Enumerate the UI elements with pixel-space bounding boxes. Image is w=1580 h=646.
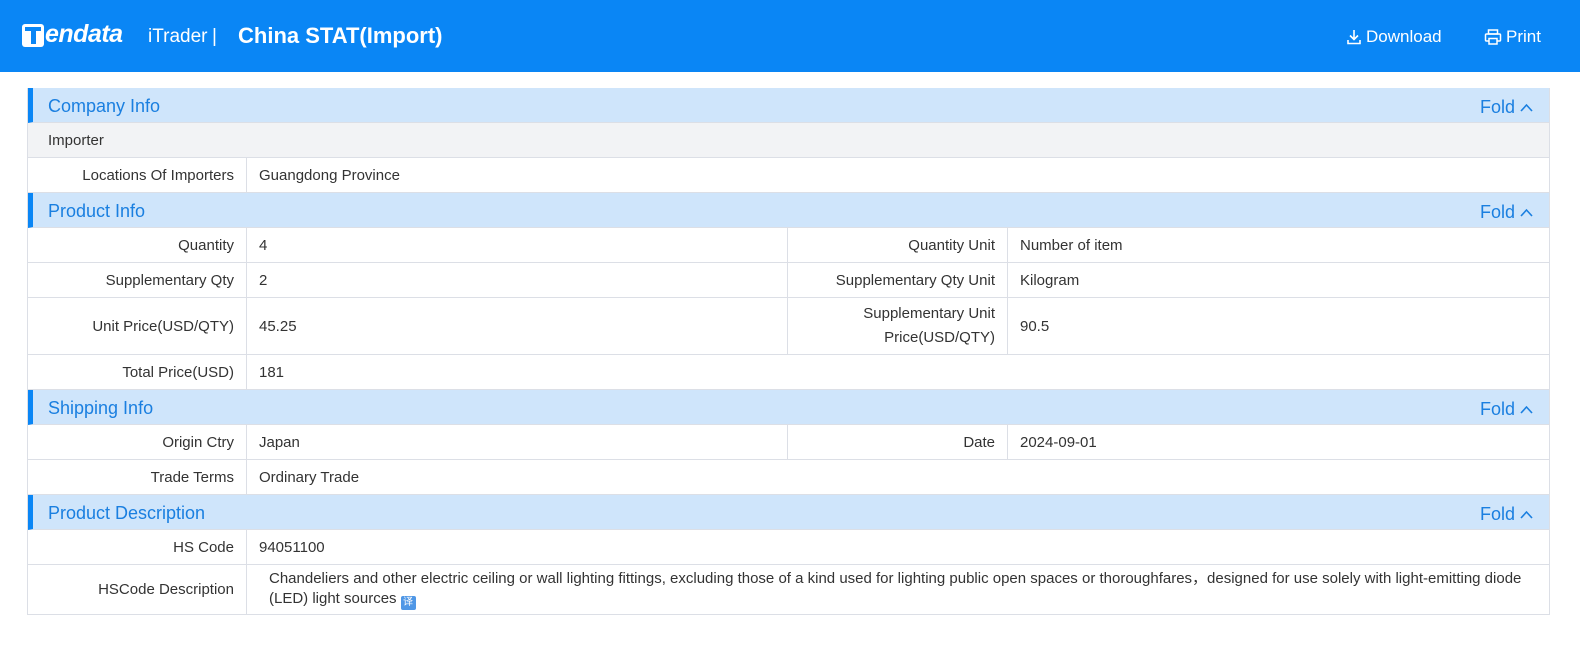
hs-description-label: HSCode Description (28, 565, 247, 614)
fold-shipping-info-button[interactable]: Fold (1480, 398, 1533, 420)
locations-label: Locations Of Importers (28, 158, 247, 192)
quantity-unit-label: Quantity Unit (788, 228, 1008, 262)
detail-content: Company Info Fold Importer Locations Of … (27, 88, 1550, 615)
origin-country-value: Japan (247, 425, 788, 459)
table-row: Supplementary Qty 2 Supplementary Qty Un… (28, 263, 1549, 298)
table-row: Total Price(USD) 181 (28, 355, 1549, 390)
fold-product-description-button[interactable]: Fold (1480, 503, 1533, 525)
supplementary-qty-unit-label: Supplementary Qty Unit (788, 263, 1008, 297)
fold-company-info-button[interactable]: Fold (1480, 96, 1533, 118)
total-price-label: Total Price(USD) (28, 355, 247, 389)
table-row: Origin Ctry Japan Date 2024-09-01 (28, 425, 1549, 460)
hs-code-label: HS Code (28, 530, 247, 564)
section-title-product-description: Product Description (48, 503, 206, 523)
section-product-info: Product Info Fold (28, 193, 1549, 228)
print-button[interactable]: Print (1484, 24, 1541, 50)
section-title-product-info: Product Info (48, 201, 146, 221)
quantity-value: 4 (247, 228, 788, 262)
hs-code-value: 94051100 (259, 538, 325, 556)
chevron-up-icon (1520, 510, 1533, 519)
download-label: Download (1366, 27, 1442, 46)
supplementary-unit-price-value: 90.5 (1020, 317, 1050, 335)
date-value: 2024-09-01 (1020, 433, 1097, 451)
chevron-up-icon (1520, 405, 1533, 414)
origin-country-label: Origin Ctry (28, 425, 247, 459)
table-row: Quantity 4 Quantity Unit Number of item (28, 228, 1549, 263)
quantity-label: Quantity (28, 228, 247, 262)
section-shipping-info: Shipping Info Fold (28, 390, 1549, 425)
download-icon (1347, 30, 1361, 45)
section-title-shipping-info: Shipping Info (48, 398, 154, 418)
hs-description-cell: Chandeliers and other electric ceiling o… (247, 565, 1549, 614)
table-row: Trade Terms Ordinary Trade (28, 460, 1549, 495)
hs-description-value: Chandeliers and other electric ceiling o… (269, 570, 1522, 607)
locations-value: Guangdong Province (259, 166, 400, 184)
tendata-logo-icon[interactable] (22, 24, 44, 47)
supplementary-qty-value: 2 (247, 263, 788, 297)
supplementary-qty-unit-value: Kilogram (1020, 271, 1080, 289)
product-name: iTrader (148, 26, 208, 47)
quantity-unit-value: Number of item (1020, 236, 1123, 254)
chevron-up-icon (1520, 208, 1533, 217)
unit-price-value: 45.25 (247, 298, 788, 354)
fold-label: Fold (1479, 202, 1515, 222)
logo-text[interactable]: endata (45, 19, 123, 49)
supplementary-unit-price-label: Supplementary Unit Price(USD/QTY) (788, 298, 1008, 354)
translate-icon[interactable]: 译 (400, 596, 416, 610)
top-bar: endata iTrader | China STAT(Import) Down… (0, 0, 1580, 72)
section-title-company-info: Company Info (48, 96, 161, 116)
fold-label: Fold (1479, 504, 1515, 524)
date-label: Date (788, 425, 1008, 459)
table-row: Locations Of Importers Guangdong Provinc… (28, 158, 1549, 193)
fold-product-info-button[interactable]: Fold (1480, 201, 1533, 223)
product-separator: | (212, 26, 217, 47)
section-company-info: Company Info Fold (28, 88, 1549, 123)
table-row: HSCode Description Chandeliers and other… (28, 565, 1549, 615)
hs-description-text-wrap: Chandeliers and other electric ceiling o… (259, 565, 1537, 614)
page-title: China STAT(Import) (238, 23, 443, 48)
chevron-up-icon (1520, 103, 1533, 112)
unit-price-label: Unit Price(USD/QTY) (28, 298, 247, 354)
print-label: Print (1506, 27, 1541, 46)
fold-label: Fold (1479, 399, 1515, 419)
table-row: Unit Price(USD/QTY) 45.25 Supplementary … (28, 298, 1549, 355)
supplementary-qty-label: Supplementary Qty (28, 263, 247, 297)
printer-icon (1484, 29, 1502, 45)
download-button[interactable]: Download (1346, 24, 1442, 50)
importer-subheader: Importer (28, 123, 1549, 158)
table-row: HS Code 94051100 (28, 530, 1549, 565)
trade-terms-value: Ordinary Trade (259, 468, 360, 486)
section-product-description: Product Description Fold (28, 495, 1549, 530)
total-price-value: 181 (259, 363, 285, 381)
trade-terms-label: Trade Terms (28, 460, 247, 494)
fold-label: Fold (1479, 97, 1515, 117)
